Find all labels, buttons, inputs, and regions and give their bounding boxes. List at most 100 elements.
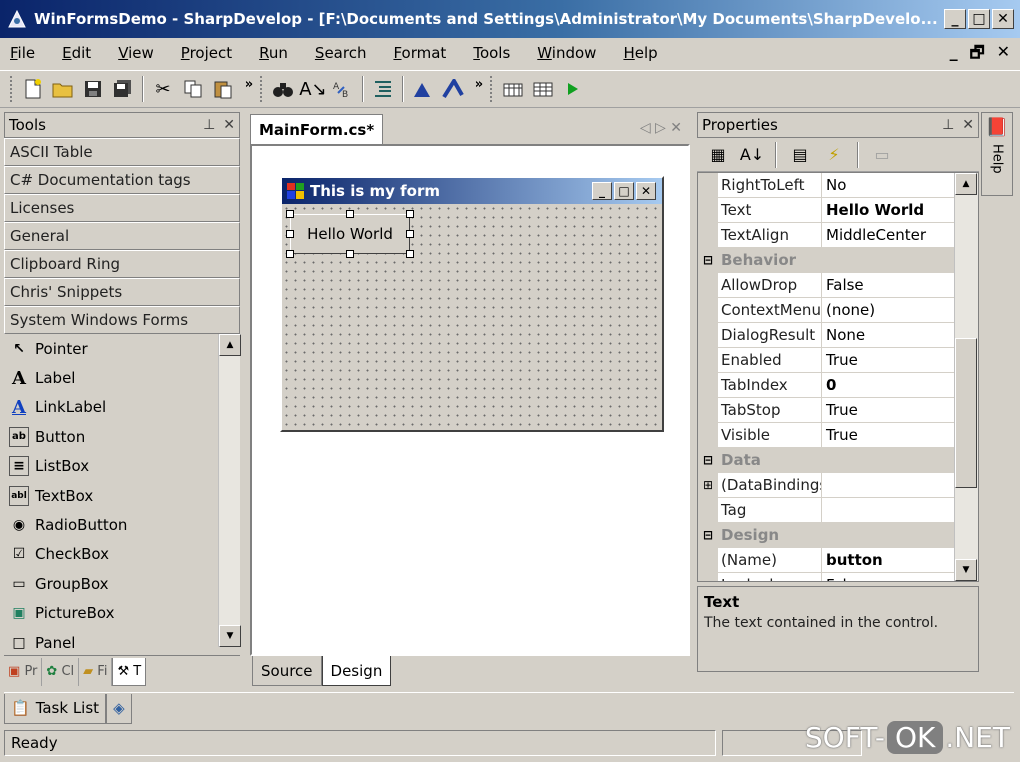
menu-tools[interactable]: Tools — [473, 44, 510, 62]
close-icon[interactable]: ✕ — [223, 117, 235, 133]
resize-handle[interactable] — [286, 250, 294, 258]
replace-icon[interactable]: AB — [328, 75, 358, 103]
toolbox-item-groupbox[interactable]: ▭ GroupBox — [4, 569, 240, 598]
document-nav-controls[interactable]: ◁ ▷ ✕ — [640, 120, 682, 136]
properties-view-icon[interactable]: ▤ — [785, 141, 815, 169]
open-folder-icon[interactable] — [48, 75, 78, 103]
menu-project[interactable]: Project — [181, 44, 232, 62]
toolbar-grip[interactable] — [490, 76, 494, 102]
tab-source[interactable]: Source — [252, 656, 322, 686]
form-title-bar[interactable]: This is my form _ □ ✕ — [282, 178, 662, 204]
tab-design[interactable]: Design — [321, 656, 392, 686]
form-client-area[interactable]: Hello World — [282, 204, 662, 430]
toolbox-item-button[interactable]: ab Button — [4, 422, 240, 451]
mdi-restore-icon[interactable]: 🗗 — [970, 42, 985, 69]
pin-icon[interactable]: ⊥ — [203, 117, 215, 133]
toolbar-grip[interactable] — [260, 76, 264, 102]
property-category-row[interactable]: ⊟ Design — [698, 523, 978, 548]
menu-format[interactable]: Format — [393, 44, 446, 62]
toolbox-item-checkbox[interactable]: ☑ CheckBox — [4, 540, 240, 569]
resize-handle[interactable] — [406, 210, 414, 218]
tab-files[interactable]: ▰ Fi — [79, 657, 113, 686]
resize-handle[interactable] — [406, 250, 414, 258]
designed-form[interactable]: This is my form _ □ ✕ Hello World — [280, 176, 664, 432]
toolbox-item-textbox[interactable]: abl TextBox — [4, 481, 240, 510]
toolbox-item-label[interactable]: A Label — [4, 363, 240, 392]
menu-edit[interactable]: Edit — [62, 44, 91, 62]
paste-icon[interactable] — [208, 75, 238, 103]
resize-handle[interactable] — [286, 210, 294, 218]
new-file-icon[interactable] — [18, 75, 48, 103]
tool-category-chris-snippets[interactable]: Chris' Snippets — [4, 278, 240, 306]
collapse-icon[interactable]: ⊟ — [698, 248, 718, 272]
property-row[interactable]: TabIndex 0 — [698, 373, 978, 398]
property-row[interactable]: (Name) button — [698, 548, 978, 573]
property-row[interactable]: RightToLeft No — [698, 173, 978, 198]
run-play-icon[interactable] — [558, 75, 588, 103]
hello-world-button[interactable]: Hello World — [290, 214, 410, 254]
close-button[interactable]: ✕ — [992, 9, 1014, 29]
mdi-window-controls[interactable]: _ 🗗 ✕ — [950, 42, 1010, 69]
form-designer-surface[interactable]: This is my form _ □ ✕ Hello World — [250, 144, 690, 656]
menu-file[interactable]: File — [10, 44, 35, 62]
tab-mainform-cs[interactable]: MainForm.cs* — [250, 114, 384, 144]
property-row[interactable]: TabStop True — [698, 398, 978, 423]
tool-category-ascii-table[interactable]: ASCII Table — [4, 138, 240, 166]
property-row[interactable]: ContextMenu (none) — [698, 298, 978, 323]
save-icon[interactable] — [78, 75, 108, 103]
toolbox-item-linklabel[interactable]: A LinkLabel — [4, 393, 240, 422]
resize-handle[interactable] — [406, 230, 414, 238]
property-row[interactable]: Tag — [698, 498, 978, 523]
help-side-tab[interactable]: 📕 Help — [981, 112, 1013, 196]
maximize-button[interactable]: □ — [968, 9, 990, 29]
menu-search[interactable]: Search — [315, 44, 367, 62]
property-row[interactable]: DialogResult None — [698, 323, 978, 348]
find-binoculars-icon[interactable] — [268, 75, 298, 103]
scroll-up-arrow-icon[interactable]: ▲ — [955, 173, 977, 195]
mdi-close-icon[interactable]: ✕ — [997, 42, 1010, 69]
tab-task-list[interactable]: 📋 Task List — [4, 693, 107, 724]
tool-category-clipboard-ring[interactable]: Clipboard Ring — [4, 250, 240, 278]
build-icon[interactable] — [408, 75, 438, 103]
indent-icon[interactable] — [368, 75, 398, 103]
scroll-thumb[interactable] — [955, 338, 977, 488]
property-row[interactable]: Text Hello World — [698, 198, 978, 223]
tab-projects[interactable]: ▣ Pr — [4, 657, 43, 686]
toolbar-overflow-chevron[interactable]: » — [468, 77, 490, 92]
tool-category-licenses[interactable]: Licenses — [4, 194, 240, 222]
scroll-down-arrow-icon[interactable]: ▼ — [955, 559, 977, 581]
minimize-button[interactable]: _ — [944, 9, 966, 29]
property-row[interactable]: ⊞ (DataBindings — [698, 473, 978, 498]
form-maximize-button[interactable]: □ — [614, 182, 634, 200]
property-pages-icon[interactable]: ▭ — [867, 141, 897, 169]
resize-handle[interactable] — [346, 210, 354, 218]
build-solution-icon[interactable] — [438, 75, 468, 103]
tool-category-system-windows-forms[interactable]: System Windows Forms — [4, 306, 240, 334]
alphabetical-sort-icon[interactable]: A↓ — [737, 141, 767, 169]
toolbox-item-radiobutton[interactable]: ◉ RadioButton — [4, 510, 240, 539]
events-lightning-icon[interactable]: ⚡ — [819, 141, 849, 169]
tool-category-general[interactable]: General — [4, 222, 240, 250]
tab-output[interactable]: ◈ — [106, 693, 132, 724]
property-row[interactable]: AllowDrop False — [698, 273, 978, 298]
save-all-icon[interactable] — [108, 75, 138, 103]
menu-run[interactable]: Run — [259, 44, 288, 62]
property-category-row[interactable]: ⊟ Behavior — [698, 248, 978, 273]
resize-handle[interactable] — [286, 230, 294, 238]
categorized-icon[interactable]: ▦ — [703, 141, 733, 169]
property-category-row[interactable]: ⊟ Data — [698, 448, 978, 473]
mdi-minimize-icon[interactable]: _ — [950, 42, 958, 69]
scroll-up-arrow-icon[interactable]: ▲ — [219, 334, 241, 356]
menu-help[interactable]: Help — [623, 44, 657, 62]
toolbox-item-panel[interactable]: □ Panel — [4, 628, 240, 657]
toolbox-item-picturebox[interactable]: ▣ PictureBox — [4, 599, 240, 628]
toolbox-scrollbar[interactable]: ▲ ▼ — [218, 334, 241, 647]
toolbar-overflow-chevron[interactable]: » — [238, 77, 260, 92]
cut-icon[interactable]: ✂ — [148, 75, 178, 103]
property-row[interactable]: Enabled True — [698, 348, 978, 373]
property-row[interactable]: LockedFalse — [698, 573, 978, 581]
toolbox-item-listbox[interactable]: ≡ ListBox — [4, 452, 240, 481]
property-row[interactable]: Visible True — [698, 423, 978, 448]
pin-icon[interactable]: ⊥ — [942, 117, 954, 133]
menu-window[interactable]: Window — [537, 44, 596, 62]
